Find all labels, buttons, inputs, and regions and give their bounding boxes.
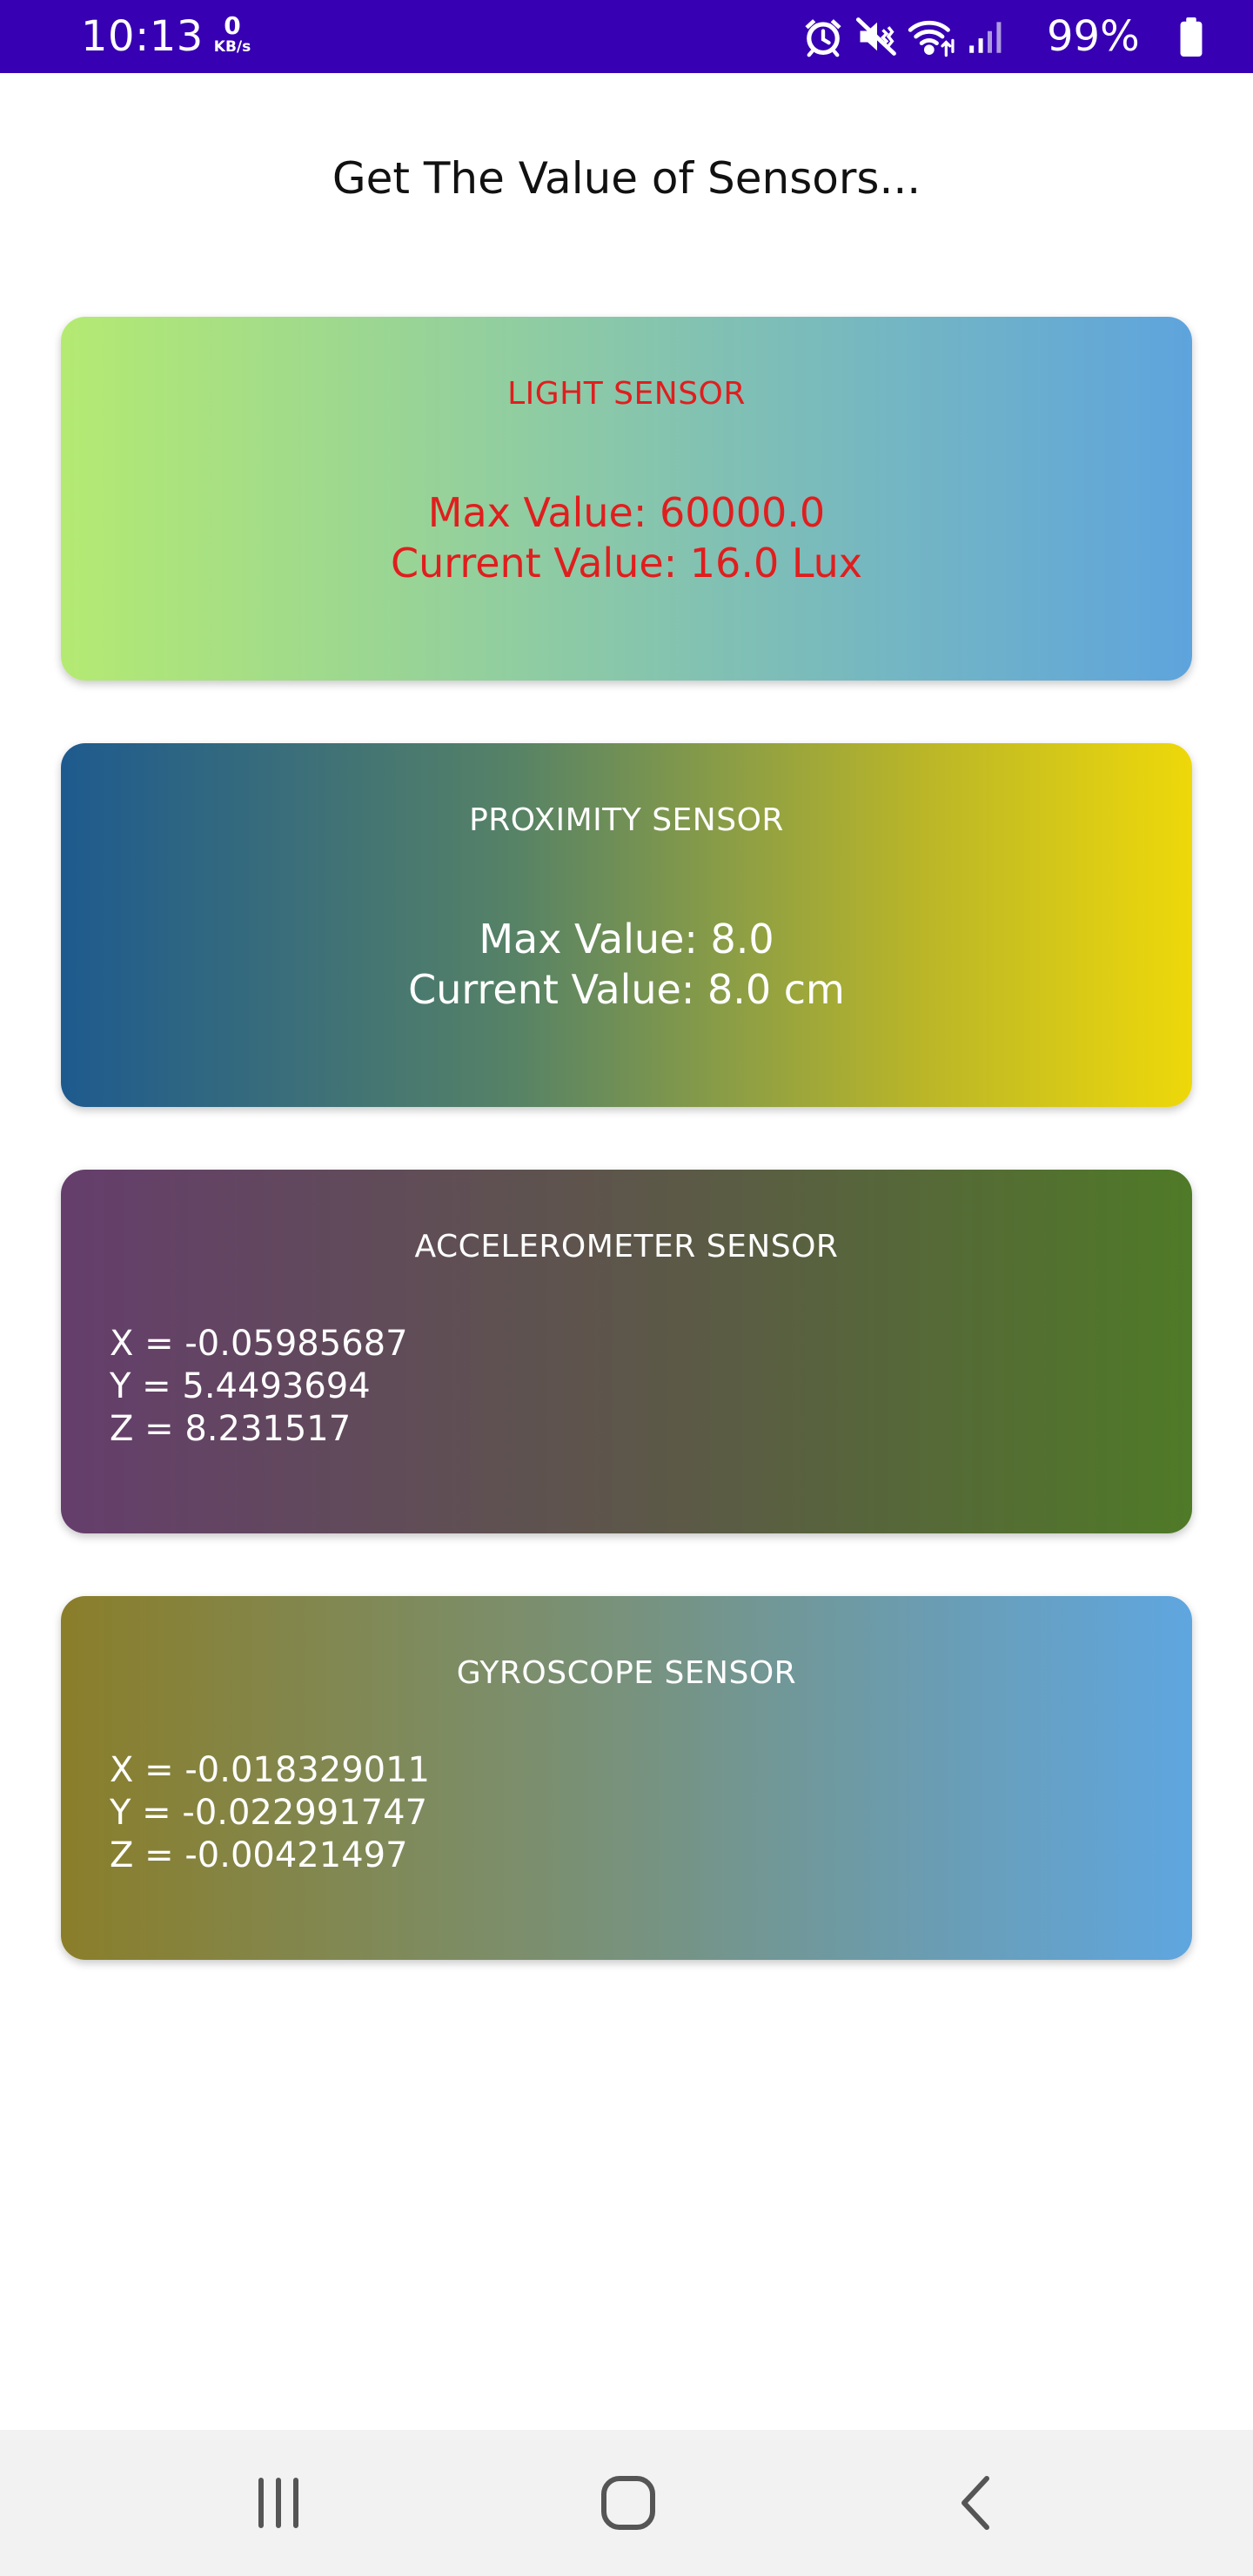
wifi-icon xyxy=(905,14,957,59)
gyroscope-z: Z = -0.00421497 xyxy=(110,1835,408,1875)
recent-apps-icon[interactable] xyxy=(244,2468,313,2538)
signal-icon xyxy=(966,14,1009,59)
gyroscope-values: X = -0.018329011 Y = -0.022991747 Z = -0… xyxy=(110,1749,430,1877)
gyroscope-sensor-title: GYROSCOPE SENSOR xyxy=(456,1655,797,1691)
accelerometer-x: X = -0.05985687 xyxy=(110,1324,408,1364)
accelerometer-sensor-title: ACCELEROMETER SENSOR xyxy=(414,1229,839,1265)
back-icon[interactable] xyxy=(943,2468,1013,2538)
battery-percent: 99% xyxy=(1047,12,1140,61)
accelerometer-y: Y = 5.4493694 xyxy=(110,1366,371,1406)
status-bar: 10:13 0 KB/s 99% xyxy=(0,0,1253,73)
status-icons: 99% xyxy=(801,0,1253,73)
accelerometer-values: X = -0.05985687 Y = 5.4493694 Z = 8.2315… xyxy=(110,1323,408,1451)
proximity-sensor-card: PROXIMITY SENSOR Max Value: 8.0 Current … xyxy=(61,743,1192,1107)
light-sensor-title: LIGHT SENSOR xyxy=(507,376,746,412)
mute-icon xyxy=(854,14,900,59)
status-time: 10:13 xyxy=(81,12,204,61)
proximity-sensor-values: Max Value: 8.0 Current Value: 8.0 cm xyxy=(61,914,1192,1015)
proximity-sensor-title: PROXIMITY SENSOR xyxy=(469,802,784,838)
accelerometer-sensor-card: ACCELEROMETER SENSOR X = -0.05985687 Y =… xyxy=(61,1170,1192,1533)
network-speed-value: 0 xyxy=(224,11,241,40)
light-max-value: Max Value: 60000.0 xyxy=(427,489,826,536)
proximity-max-value: Max Value: 8.0 xyxy=(479,916,774,963)
navigation-bar xyxy=(0,2430,1253,2576)
light-sensor-values: Max Value: 60000.0 Current Value: 16.0 L… xyxy=(61,487,1192,588)
network-speed: 0 KB/s xyxy=(211,14,254,55)
accelerometer-z: Z = 8.231517 xyxy=(110,1409,352,1449)
gyroscope-x: X = -0.018329011 xyxy=(110,1750,430,1790)
page-title: Get The Value of Sensors... xyxy=(332,153,921,204)
alarm-icon xyxy=(801,14,846,59)
gyroscope-y: Y = -0.022991747 xyxy=(110,1793,428,1833)
light-sensor-card: LIGHT SENSOR Max Value: 60000.0 Current … xyxy=(61,317,1192,681)
proximity-current-value: Current Value: 8.0 cm xyxy=(408,966,845,1013)
battery-icon xyxy=(1176,17,1206,57)
gyroscope-sensor-card: GYROSCOPE SENSOR X = -0.018329011 Y = -0… xyxy=(61,1596,1192,1960)
network-speed-unit: KB/s xyxy=(213,38,251,56)
home-icon[interactable] xyxy=(593,2468,663,2538)
light-current-value: Current Value: 16.0 Lux xyxy=(390,540,863,587)
